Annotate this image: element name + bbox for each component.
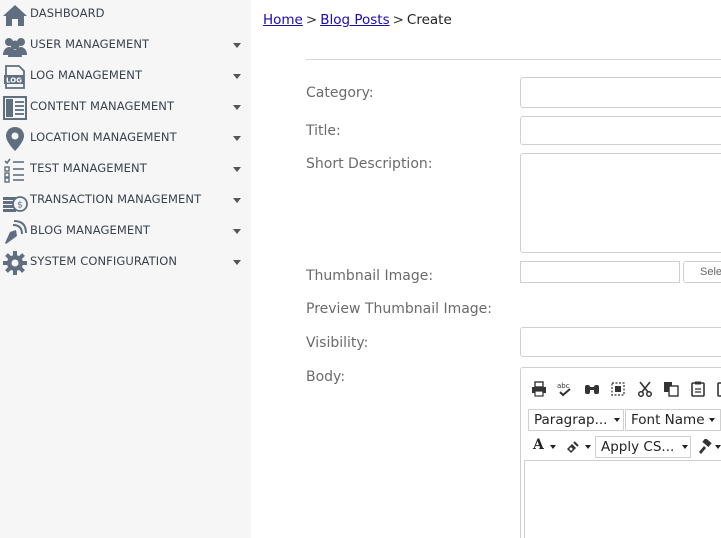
editor-toolbar-row: abc [531,381,721,401]
copy-icon[interactable] [663,381,679,397]
visibility-label: Visibility: [306,335,369,351]
highlight-icon[interactable] [565,439,581,455]
divider [306,59,721,60]
body-edit-area[interactable] [524,460,721,538]
preview-thumbnail-label: Preview Thumbnail Image: [306,301,493,317]
sidebar-item-user-management[interactable]: USER MANAGEMENT [0,31,251,62]
sidebar-item-label: TEST MANAGEMENT [30,161,147,175]
sidebar-item-label: CONTENT MANAGEMENT [30,99,175,113]
paste-text-icon[interactable] [716,381,721,397]
find-icon[interactable] [584,381,600,397]
spellcheck-icon[interactable]: abc [557,381,573,397]
thumbnail-image-label: Thumbnail Image: [306,268,434,284]
chevron-down-icon[interactable] [614,418,620,422]
font-name-value: Font Name [631,412,705,428]
chevron-down-icon[interactable] [233,260,241,265]
sidebar-item-log-management[interactable]: LOG LOG MANAGEMENT [0,62,251,93]
users-icon [2,33,28,59]
chevron-down-icon[interactable] [715,445,721,449]
sidebar: DASHBOARD USER MANAGEMENT LOG LOG MANAGE… [0,0,251,538]
log-icon: LOG [2,64,28,90]
chevron-down-icon[interactable] [233,43,241,48]
format-painter-icon[interactable] [696,438,712,455]
breadcrumb-separator: > [305,12,318,28]
sidebar-item-location-management[interactable]: LOCATION MANAGEMENT [0,124,251,155]
chevron-down-icon[interactable] [682,445,688,449]
short-description-textarea[interactable] [520,153,721,253]
svg-text:abc: abc [557,382,570,390]
sidebar-item-label: DASHBOARD [30,6,105,20]
apply-css-select[interactable]: Apply CS... [595,436,691,458]
sidebar-item-label: USER MANAGEMENT [30,37,150,51]
sidebar-item-label: LOG MANAGEMENT [30,68,143,82]
paragraph-format-select[interactable]: Paragrap... [528,409,624,431]
sidebar-item-content-management[interactable]: CONTENT MANAGEMENT [0,93,251,124]
checklist-icon [2,157,28,183]
title-input[interactable] [520,116,721,145]
location-pin-icon [2,126,28,152]
content-icon [2,95,28,121]
pen-nib-icon [2,219,28,245]
breadcrumb: Home > Blog Posts > Create [263,12,452,28]
font-name-select[interactable]: Font Name [625,409,721,431]
thumbnail-select-button[interactable]: Sele [683,261,721,283]
visibility-select[interactable] [520,327,721,357]
paste-icon[interactable] [690,381,706,397]
font-color-icon[interactable]: A [533,437,544,453]
sidebar-item-system-configuration[interactable]: SYSTEM CONFIGURATION [0,248,251,279]
chevron-down-icon[interactable] [233,229,241,234]
sidebar-item-label: BLOG MANAGEMENT [30,223,151,237]
chevron-down-icon[interactable] [233,105,241,110]
breadcrumb-blog-posts-link[interactable]: Blog Posts [320,12,389,28]
main-content: Home > Blog Posts > Create Category: Title: … [251,0,721,538]
chevron-down-icon[interactable] [233,198,241,203]
chevron-down-icon[interactable] [585,445,591,449]
breadcrumb-current: Create [406,12,452,28]
chevron-down-icon[interactable] [233,167,241,172]
home-icon [2,2,28,28]
svg-text:$: $ [17,201,23,211]
cut-icon[interactable] [637,381,653,397]
short-description-label: Short Description: [306,156,433,172]
breadcrumb-home-link[interactable]: Home [263,12,303,28]
gear-icon [2,250,28,276]
select-all-icon[interactable] [610,381,626,397]
chevron-down-icon[interactable] [550,445,556,449]
apply-css-value: Apply CS... [601,439,675,455]
body-editor: abc Paragrap... Font Name A Apply CS... [520,367,721,538]
breadcrumb-separator: > [392,12,404,28]
chevron-down-icon[interactable] [709,418,715,422]
svg-text:LOG: LOG [6,77,22,85]
coins-icon: $ [2,188,28,214]
category-select[interactable] [520,77,721,108]
paragraph-format-value: Paragrap... [534,412,608,428]
sidebar-item-dashboard[interactable]: DASHBOARD [0,0,251,31]
thumbnail-file-input[interactable] [520,261,680,283]
sidebar-item-test-management[interactable]: TEST MANAGEMENT [0,155,251,186]
sidebar-item-label: LOCATION MANAGEMENT [30,130,177,144]
sidebar-item-transaction-management[interactable]: $ TRANSACTION MANAGEMENT [0,186,251,217]
sidebar-item-label: TRANSACTION MANAGEMENT [30,192,202,206]
category-label: Category: [306,85,374,101]
sidebar-item-blog-management[interactable]: BLOG MANAGEMENT [0,217,251,248]
print-icon[interactable] [531,381,547,397]
chevron-down-icon[interactable] [233,136,241,141]
sidebar-item-label: SYSTEM CONFIGURATION [30,254,178,268]
title-label: Title: [306,123,341,139]
body-label: Body: [306,369,346,385]
chevron-down-icon[interactable] [233,74,241,79]
